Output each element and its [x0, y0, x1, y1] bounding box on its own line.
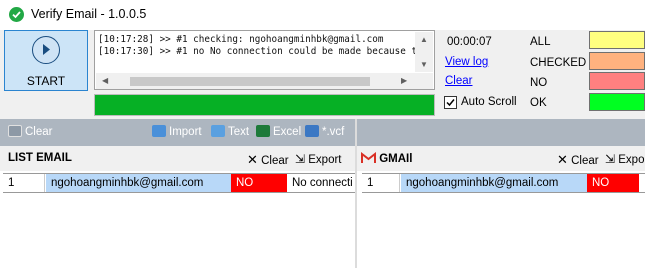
list-email-export-button[interactable]: ⇲ Export [295, 152, 342, 166]
auto-scroll-checkbox[interactable] [444, 96, 457, 109]
gmail-title: GMAIl [361, 151, 412, 165]
export-icon: ⇲ [295, 152, 306, 166]
row-message: No connecti [287, 174, 355, 192]
gmail-clear-button[interactable]: ✕ Clear [557, 152, 599, 168]
log-line: [10:17:28] >> #1 checking: ngohoangminhb… [98, 34, 384, 45]
list-email-header: LIST EMAIL ✕ Clear ⇲ Export [0, 146, 355, 171]
legend-swatch-checked [589, 52, 645, 70]
legend-label-all: ALL [530, 36, 551, 48]
check-circle-icon [9, 7, 24, 22]
toolbar-clear-button[interactable]: Clear [8, 125, 52, 138]
row-email: ngohoangminhbk@gmail.com [401, 174, 587, 192]
gmail-pane: GMAIl ✕ Clear ⇲ Expo 1 ngohoangminhbk@gm… [357, 146, 645, 268]
row-status: NO [231, 174, 287, 192]
import-icon [152, 125, 166, 137]
start-button[interactable]: START [4, 30, 88, 91]
close-icon: ✕ [557, 152, 568, 167]
toolbar-excel-button[interactable]: Excel [256, 125, 301, 138]
legend-label-ok: OK [530, 97, 547, 109]
list-email-pane: LIST EMAIL ✕ Clear ⇲ Export 1 ngohoangmi… [0, 146, 355, 268]
export-icon: ⇲ [605, 152, 616, 166]
toolbar: Clear Import Text Excel *.vcf [0, 119, 355, 146]
view-log-link[interactable]: View log [445, 56, 488, 68]
toolbar-vcf-button[interactable]: *.vcf [305, 125, 344, 138]
title-bar: Verify Email - 1.0.0.5 [0, 0, 645, 30]
auto-scroll-label[interactable]: Auto Scroll [461, 96, 517, 108]
scroll-thumb[interactable] [130, 77, 370, 86]
elapsed-time: 00:00:07 [447, 36, 492, 48]
gmail-header: GMAIl ✕ Clear ⇲ Expo [357, 146, 645, 171]
row-index: 1 [362, 174, 400, 192]
legend-swatch-ok [589, 93, 645, 111]
toolbar-text-button[interactable]: Text [211, 125, 249, 138]
toolbar-import-button[interactable]: Import [152, 125, 202, 138]
scroll-corner [415, 73, 433, 89]
scroll-up-icon[interactable]: ▲ [420, 36, 428, 44]
legend-swatch-no [589, 72, 645, 90]
row-status: NO [587, 174, 639, 192]
progress-fill [95, 95, 434, 115]
scroll-down-icon[interactable]: ▼ [420, 61, 428, 69]
excel-icon [256, 125, 270, 137]
vcf-icon [305, 125, 319, 137]
scroll-right-icon[interactable]: ▶ [401, 77, 407, 85]
gmail-icon [361, 151, 376, 163]
clear-log-link[interactable]: Clear [445, 75, 472, 87]
log-textbox[interactable]: [10:17:28] >> #1 checking: ngohoangminhb… [94, 30, 435, 90]
row-index: 1 [3, 174, 45, 192]
row-email: ngohoangminhbk@gmail.com [46, 174, 231, 192]
legend-label-no: NO [530, 77, 548, 89]
play-icon [32, 36, 60, 64]
close-icon: ✕ [247, 152, 258, 167]
gmail-export-button[interactable]: ⇲ Expo [605, 152, 644, 166]
log-line: [10:17:30] >> #1 no No connection could … [98, 46, 423, 57]
table-row[interactable]: 1 ngohoangminhbk@gmail.com NO No connect… [3, 173, 355, 193]
list-email-title: LIST EMAIL [8, 152, 72, 164]
toolbar-right [357, 119, 645, 146]
checkmark-icon [446, 99, 455, 107]
legend-label-checked: CHECKED [530, 57, 587, 69]
progress-bar [94, 94, 435, 116]
log-horizontal-scrollbar[interactable]: ◀ ▶ [96, 73, 415, 89]
clear-icon [8, 125, 22, 137]
legend-swatch-all [589, 31, 645, 49]
list-email-clear-button[interactable]: ✕ Clear [247, 152, 289, 168]
text-file-icon [211, 125, 225, 137]
log-vertical-scrollbar[interactable]: ▲ ▼ [415, 32, 433, 72]
table-row[interactable]: 1 ngohoangminhbk@gmail.com NO [362, 173, 645, 193]
scroll-left-icon[interactable]: ◀ [102, 77, 108, 85]
window-title: Verify Email - 1.0.0.5 [31, 7, 147, 21]
start-button-label: START [26, 74, 66, 88]
